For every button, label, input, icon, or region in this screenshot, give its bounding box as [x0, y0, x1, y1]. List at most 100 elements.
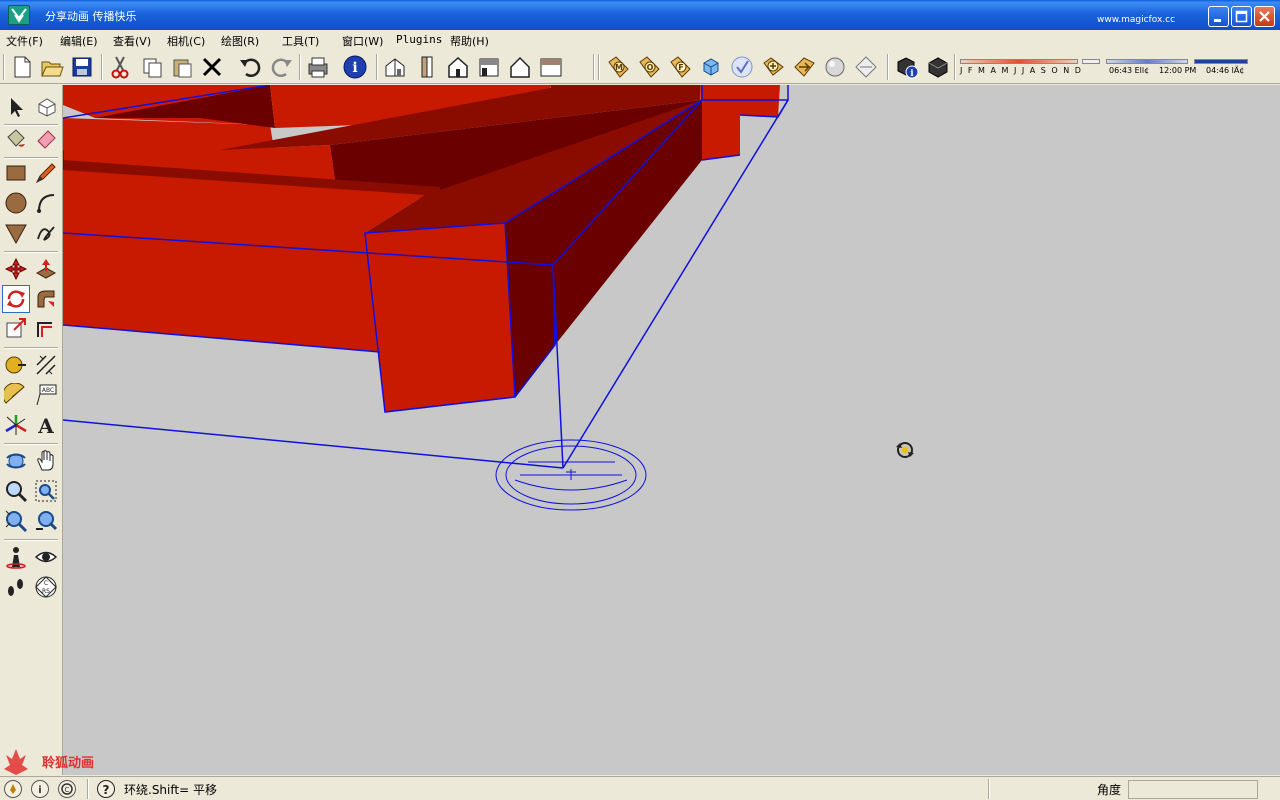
user-icon[interactable]: C — [58, 780, 76, 798]
look-around-icon[interactable] — [32, 543, 60, 571]
section-plane-icon[interactable]: C RS — [32, 573, 60, 601]
menu-edit[interactable]: 编辑(E) — [60, 33, 98, 49]
date-slider[interactable] — [960, 59, 1078, 64]
front-view-icon[interactable] — [444, 53, 472, 81]
paint-bucket-icon[interactable] — [2, 125, 30, 153]
redo-icon[interactable] — [268, 53, 296, 81]
model-face — [700, 85, 740, 160]
iso-view-icon[interactable] — [381, 53, 409, 81]
svg-text:M: M — [615, 63, 623, 72]
sphere-icon[interactable] — [821, 53, 849, 81]
make-component-icon[interactable] — [32, 93, 60, 121]
select-icon[interactable] — [2, 93, 30, 121]
geo-location-icon[interactable] — [4, 780, 22, 798]
rectangle-icon[interactable] — [2, 159, 30, 187]
svg-text:i: i — [38, 785, 41, 796]
tag-m-icon[interactable]: M — [604, 53, 632, 81]
menu-tools[interactable]: 工具(T) — [282, 33, 319, 49]
protractor-icon[interactable] — [2, 381, 30, 409]
3d-text-icon[interactable]: A — [32, 411, 60, 439]
zoom-icon[interactable] — [2, 477, 30, 505]
svg-text:C: C — [44, 580, 48, 587]
zoom-extents-icon[interactable] — [2, 507, 30, 535]
position-camera-icon[interactable] — [2, 543, 30, 571]
box-icon[interactable] — [924, 53, 952, 81]
date-slider-end[interactable] — [1082, 59, 1100, 64]
svg-text:i: i — [352, 60, 357, 76]
erase-icon[interactable] — [198, 53, 226, 81]
time-slider[interactable] — [1106, 59, 1188, 64]
save-icon[interactable] — [68, 53, 96, 81]
svg-text:ABC: ABC — [42, 387, 54, 394]
maximize-button[interactable] — [1231, 6, 1252, 27]
model-face — [365, 223, 515, 412]
check-icon[interactable] — [728, 53, 756, 81]
push-pull-icon[interactable] — [32, 255, 60, 283]
pan-icon[interactable] — [32, 447, 60, 475]
menu-window[interactable]: 窗口(W) — [342, 33, 383, 49]
svg-text:F: F — [678, 63, 683, 72]
cube-icon[interactable] — [697, 53, 725, 81]
tag-f-icon[interactable]: F — [666, 53, 694, 81]
tape-measure-icon[interactable] — [2, 351, 30, 379]
back-view-icon[interactable] — [506, 53, 534, 81]
polygon-icon[interactable] — [2, 219, 30, 247]
left-view-icon[interactable] — [537, 53, 565, 81]
model-scene — [63, 85, 914, 511]
open-icon[interactable] — [38, 53, 66, 81]
right-view-icon[interactable] — [475, 53, 503, 81]
undo-icon[interactable] — [236, 53, 264, 81]
zoom-window-icon[interactable] — [32, 477, 60, 505]
app-logo-icon — [8, 5, 30, 25]
walk-icon[interactable] — [2, 573, 30, 601]
text-icon[interactable]: ABC — [32, 381, 60, 409]
menu-plugins[interactable]: Plugins — [396, 33, 442, 46]
rotate-icon[interactable] — [2, 285, 30, 313]
offset-icon[interactable] — [32, 315, 60, 343]
dimension-icon[interactable] — [32, 351, 60, 379]
model-info-icon[interactable]: i — [341, 53, 369, 81]
freehand-icon[interactable] — [32, 219, 60, 247]
copy-icon[interactable] — [138, 53, 166, 81]
previous-view-icon[interactable] — [32, 507, 60, 535]
sketchup-window: 分享动画 传播快乐 www.magicfox.cc 文件(F) 编辑(E) 查看… — [0, 0, 1280, 800]
eraser-icon[interactable] — [32, 125, 60, 153]
orbit-icon[interactable] — [2, 447, 30, 475]
minimize-button[interactable] — [1208, 6, 1229, 27]
time-noon: 12:00 PM — [1159, 66, 1197, 75]
time-slider-end[interactable] — [1194, 59, 1248, 64]
help-icon[interactable]: ? — [97, 780, 115, 798]
tag-diamond-icon[interactable] — [852, 53, 880, 81]
svg-text:A: A — [37, 414, 54, 437]
new-icon[interactable] — [8, 53, 36, 81]
title-bar[interactable]: 分享动画 传播快乐 www.magicfox.cc — [0, 0, 1280, 30]
window-url: www.magicfox.cc — [1097, 15, 1176, 25]
pencil-icon[interactable] — [32, 159, 60, 187]
circle-icon[interactable] — [2, 189, 30, 217]
top-view-icon[interactable] — [413, 53, 441, 81]
svg-text:C: C — [65, 786, 70, 794]
menu-draw[interactable]: 绘图(R) — [221, 33, 259, 49]
vcb-input[interactable] — [1128, 780, 1258, 799]
3d-viewport[interactable] — [63, 85, 1280, 775]
component-info-icon[interactable]: i — [893, 53, 921, 81]
menu-file[interactable]: 文件(F) — [6, 33, 43, 49]
cut-icon[interactable] — [106, 53, 134, 81]
arc-icon[interactable] — [32, 189, 60, 217]
close-button[interactable] — [1254, 6, 1275, 27]
print-icon[interactable] — [304, 53, 332, 81]
tag-o-icon[interactable]: O — [635, 53, 663, 81]
axes-icon[interactable] — [2, 411, 30, 439]
menu-camera[interactable]: 相机(C) — [167, 33, 205, 49]
tag-arrow-icon[interactable] — [790, 53, 818, 81]
credits-icon[interactable]: i — [31, 780, 49, 798]
menu-help[interactable]: 帮助(H) — [450, 33, 489, 49]
follow-me-icon[interactable] — [32, 285, 60, 313]
status-bar: i C ? 环绕.Shift= 平移 角度 — [0, 776, 1280, 800]
move-icon[interactable] — [2, 255, 30, 283]
scale-icon[interactable] — [2, 315, 30, 343]
model-face — [740, 85, 780, 117]
menu-view[interactable]: 查看(V) — [113, 33, 151, 49]
tag-plus-icon[interactable] — [759, 53, 787, 81]
paste-icon[interactable] — [168, 53, 196, 81]
